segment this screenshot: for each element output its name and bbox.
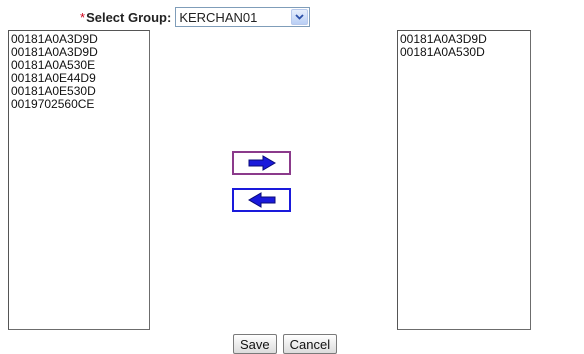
group-select-dropdown[interactable]: KERCHAN01 (175, 7, 311, 27)
chevron-down-icon[interactable] (291, 9, 309, 25)
move-left-button[interactable] (232, 188, 291, 212)
list-item[interactable]: 00181A0A530D (400, 46, 528, 59)
move-right-button[interactable] (232, 151, 291, 175)
available-items-listbox[interactable]: 00181A0A3D9D 00181A0A3D9D 00181A0A530E 0… (8, 30, 150, 330)
group-select-value: KERCHAN01 (179, 9, 258, 25)
form-actions: Save Cancel (233, 334, 338, 354)
left-arrow-icon (247, 192, 275, 208)
cancel-button[interactable]: Cancel (282, 334, 338, 354)
save-button[interactable]: Save (233, 334, 277, 354)
right-arrow-icon (248, 155, 276, 171)
required-marker: * (80, 9, 86, 25)
select-group-label: Select Group: (86, 9, 172, 25)
group-selector-row: * Select Group: KERCHAN01 (80, 6, 311, 28)
selected-items-listbox[interactable]: 00181A0A3D9D 00181A0A530D (397, 30, 531, 330)
list-item[interactable]: 0019702560CE (11, 98, 147, 111)
